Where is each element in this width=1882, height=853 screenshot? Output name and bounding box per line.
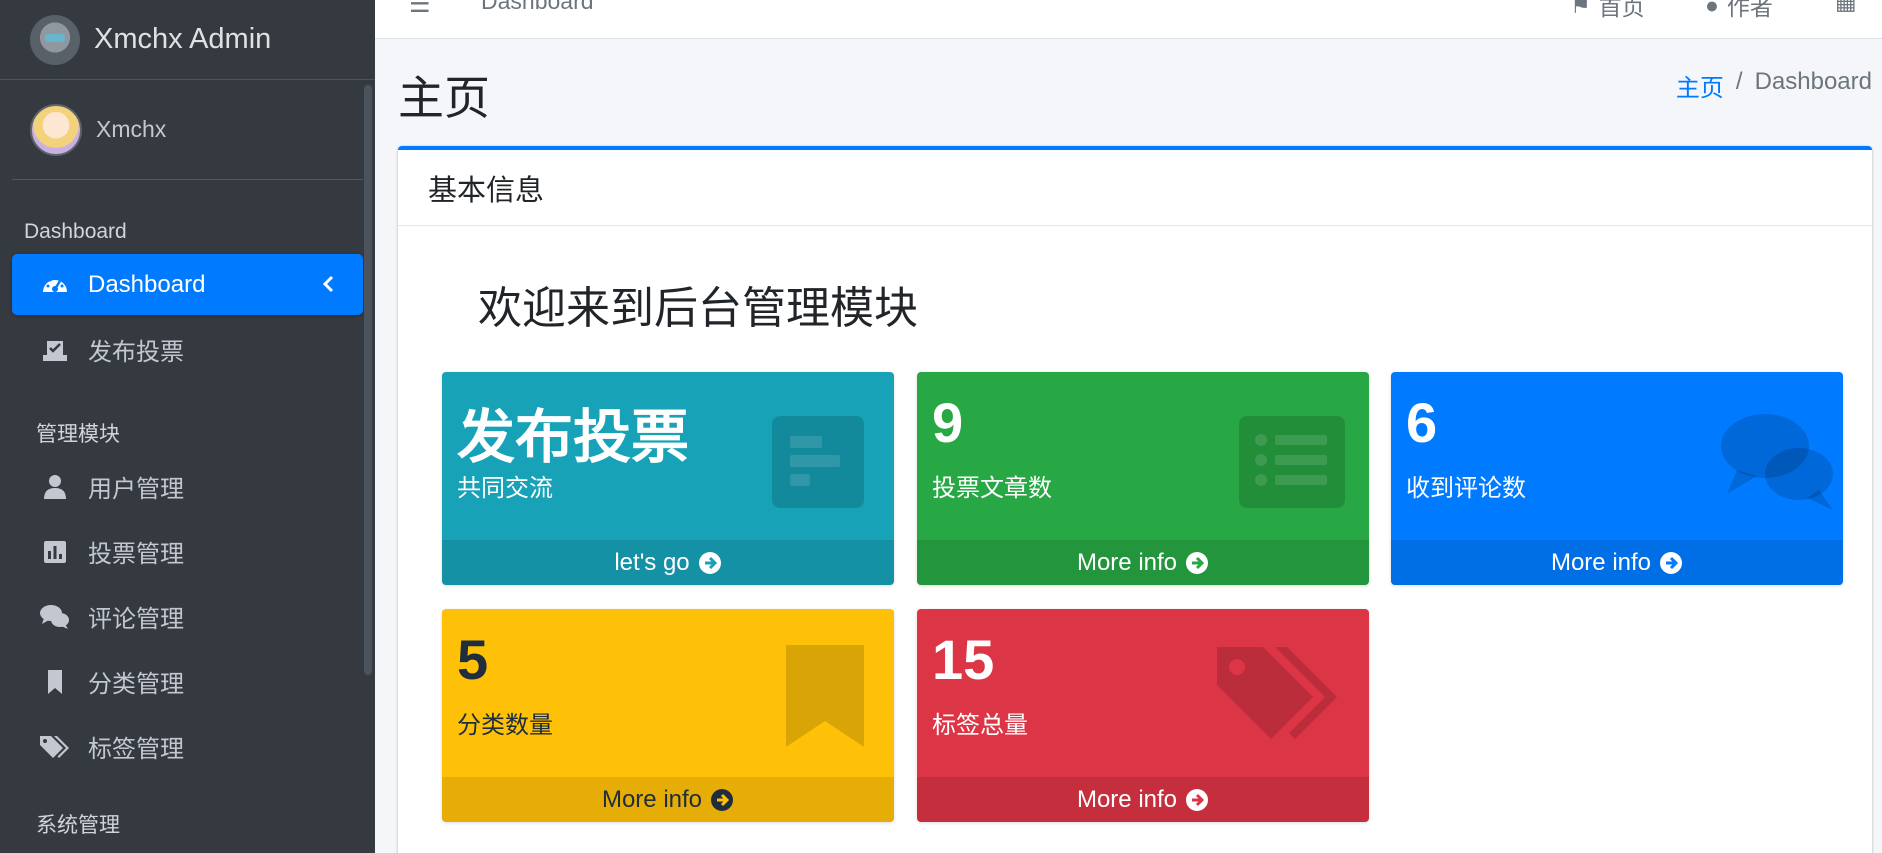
sidebar-item-label: 分类管理 bbox=[88, 671, 184, 698]
chevron-left-icon bbox=[317, 272, 341, 296]
small-box-categories: 5 分类数量 More info bbox=[442, 609, 894, 822]
box-desc: 标签总量 bbox=[932, 712, 1028, 739]
sidebar-item-label: 投票管理 bbox=[88, 541, 184, 568]
basic-info-card: 基本信息 欢迎来到后台管理模块 发布投票 共同交流 let's go 9 投票文… bbox=[398, 146, 1872, 853]
vote-box-icon bbox=[38, 333, 72, 367]
breadcrumb: 主页 / Dashboard bbox=[1676, 68, 1872, 103]
sidebar-item-categories[interactable]: 分类管理 bbox=[12, 651, 363, 712]
box-footer-link[interactable]: let's go bbox=[442, 540, 894, 585]
box-footer-link[interactable]: More info bbox=[442, 777, 894, 822]
nav-header-management: 管理模块 bbox=[36, 423, 120, 446]
arrow-circle-right-icon bbox=[698, 551, 721, 574]
bar-chart-icon bbox=[38, 535, 72, 569]
sidebar-item-dashboard[interactable]: Dashboard bbox=[12, 254, 363, 315]
topbar-author-link[interactable]: ● 作者 bbox=[1705, 0, 1773, 22]
arrow-circle-right-icon bbox=[1186, 551, 1209, 574]
welcome-heading: 欢迎来到后台管理模块 bbox=[478, 284, 918, 333]
tags-icon bbox=[38, 730, 72, 764]
topbar-crumb[interactable]: Dashboard bbox=[481, 0, 594, 15]
list-icon bbox=[1237, 404, 1347, 514]
bookmark-icon bbox=[38, 665, 72, 699]
hamburger-menu-icon[interactable]: ☰ bbox=[409, 0, 431, 19]
breadcrumb-home-link[interactable]: 主页 bbox=[1676, 68, 1724, 103]
topbar-home-link[interactable]: ⚑ 首页 bbox=[1570, 0, 1645, 22]
nav-header-system: 系统管理 bbox=[36, 814, 120, 837]
box-desc: 共同交流 bbox=[457, 475, 553, 502]
box-value: 发布投票 bbox=[457, 405, 690, 470]
tags-icon bbox=[1213, 641, 1349, 751]
sidebar-item-label: Dashboard bbox=[88, 270, 206, 298]
page-title: 主页 bbox=[398, 72, 490, 124]
sidebar-item-label: 评论管理 bbox=[88, 606, 184, 633]
user-icon: ● bbox=[1705, 0, 1719, 18]
avatar bbox=[30, 103, 82, 156]
sidebar-item-votes[interactable]: 投票管理 bbox=[12, 521, 363, 582]
brand-name: Xmchx Admin bbox=[94, 23, 272, 55]
breadcrumb-separator: / bbox=[1735, 68, 1743, 95]
sidebar-item-label: 用户管理 bbox=[88, 476, 184, 503]
card-title: 基本信息 bbox=[398, 150, 1872, 226]
brand-logo-icon bbox=[30, 14, 80, 65]
tachometer-icon bbox=[38, 268, 72, 302]
sidebar-item-tags[interactable]: 标签管理 bbox=[12, 716, 363, 777]
brand-link[interactable]: Xmchx Admin bbox=[0, 0, 375, 80]
box-footer-link[interactable]: More info bbox=[1391, 540, 1843, 585]
small-box-vote-articles: 9 投票文章数 More info bbox=[917, 372, 1369, 585]
arrow-circle-right-icon bbox=[1660, 551, 1683, 574]
user-panel[interactable]: Xmchx bbox=[12, 80, 363, 180]
box-value: 6 bbox=[1406, 391, 1438, 454]
small-box-tags: 15 标签总量 More info bbox=[917, 609, 1369, 822]
box-link-label: More info bbox=[1550, 548, 1652, 576]
arrow-circle-right-icon bbox=[1186, 788, 1209, 811]
box-link-label: More info bbox=[1076, 785, 1178, 813]
box-footer-link[interactable]: More info bbox=[917, 777, 1369, 822]
breadcrumb-current: Dashboard bbox=[1754, 68, 1872, 95]
grid-icon[interactable]: ▦ bbox=[1835, 0, 1857, 15]
align-left-icon bbox=[762, 404, 872, 514]
top-navbar: ☰ Dashboard ⚑ 首页 ● 作者 ▦ bbox=[375, 0, 1882, 39]
topbar-home-label: 首页 bbox=[1598, 0, 1645, 20]
sidebar-scrollbar[interactable] bbox=[364, 85, 372, 675]
comments-icon bbox=[38, 600, 72, 634]
box-link-label: let's go bbox=[614, 548, 690, 576]
sidebar-item-comments[interactable]: 评论管理 bbox=[12, 586, 363, 647]
small-box-comments: 6 收到评论数 More info bbox=[1391, 372, 1843, 585]
box-footer-link[interactable]: More info bbox=[917, 540, 1369, 585]
box-link-label: More info bbox=[1076, 548, 1178, 576]
comments-icon bbox=[1715, 404, 1833, 514]
arrow-circle-right-icon bbox=[711, 788, 734, 811]
box-value: 9 bbox=[932, 391, 964, 454]
user-name[interactable]: Xmchx bbox=[96, 116, 166, 143]
sidebar-item-label: 发布投票 bbox=[88, 339, 184, 366]
nav-header-dashboard: Dashboard bbox=[24, 220, 127, 243]
flag-icon: ⚑ bbox=[1570, 0, 1591, 18]
box-link-label: More info bbox=[601, 785, 703, 813]
box-desc: 分类数量 bbox=[457, 712, 553, 739]
bookmark-icon bbox=[762, 641, 872, 751]
box-desc: 投票文章数 bbox=[932, 475, 1052, 502]
sidebar: Xmchx Admin Xmchx Dashboard Dashboard 发布… bbox=[0, 0, 375, 853]
small-box-publish-vote: 发布投票 共同交流 let's go bbox=[442, 372, 894, 585]
sidebar-item-label: 标签管理 bbox=[88, 736, 184, 763]
topbar-author-label: 作者 bbox=[1726, 0, 1773, 20]
sidebar-item-publish-vote[interactable]: 发布投票 bbox=[12, 319, 363, 380]
sidebar-item-users[interactable]: 用户管理 bbox=[12, 456, 363, 517]
user-icon bbox=[38, 470, 72, 504]
box-value: 15 bbox=[932, 628, 995, 691]
box-desc: 收到评论数 bbox=[1406, 475, 1526, 502]
box-value: 5 bbox=[457, 628, 489, 691]
